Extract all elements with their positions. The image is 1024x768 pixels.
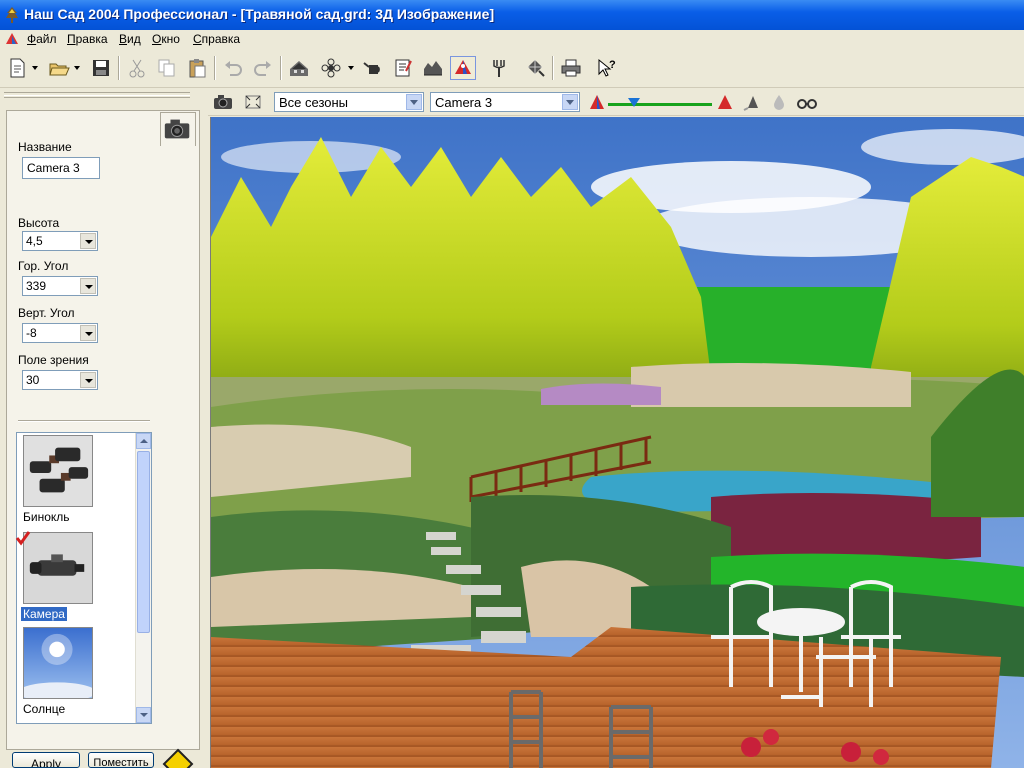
list-item-label: Солнце (23, 702, 66, 716)
undo-icon[interactable] (220, 56, 246, 80)
garden-3d-render (211, 117, 1024, 768)
menu-help[interactable]: Справка (193, 32, 240, 46)
menu-window[interactable]: Окно (152, 32, 180, 46)
camera-icon[interactable] (212, 92, 234, 112)
save-icon[interactable] (88, 56, 114, 80)
menu-bar: Файл Правка Вид Окно Справка (0, 30, 1024, 48)
video-camera-icon (23, 532, 93, 604)
name-input[interactable]: Camera 3 (22, 157, 100, 179)
main-toolbar: ? (0, 48, 1024, 88)
document-icon[interactable] (4, 32, 20, 46)
zoom-in-icon[interactable] (714, 92, 736, 112)
new-document-icon[interactable] (4, 56, 30, 80)
window-title: Наш Сад 2004 Профессионал - [Травяной са… (24, 6, 495, 22)
cut-icon[interactable] (124, 56, 150, 80)
place-button[interactable]: Поместить (88, 752, 154, 768)
camera-panel: Название Camera 3 Высота 4,5 Гор. Угол 3… (0, 88, 208, 768)
apply-button[interactable]: Apply (12, 752, 80, 768)
hangle-combo[interactable]: 339 (22, 276, 98, 296)
copy-icon[interactable] (154, 56, 180, 80)
height-label: Высота (18, 216, 60, 230)
binoculars-icon (23, 435, 93, 507)
help-icon[interactable]: ? (594, 56, 620, 80)
hangle-label: Гор. Угол (18, 259, 69, 273)
camera-select[interactable]: Camera 3 (430, 92, 580, 112)
list-item-camera[interactable]: Камера (15, 531, 137, 621)
transform-icon[interactable] (522, 56, 548, 80)
chevron-down-icon[interactable] (562, 94, 578, 110)
chevron-down-icon[interactable] (80, 325, 96, 341)
shadow-icon[interactable] (742, 92, 764, 112)
zoom-slider-track[interactable] (608, 103, 712, 106)
sun-icon (18, 627, 96, 702)
vangle-label: Верт. Угол (18, 306, 75, 320)
3d-viewport[interactable] (210, 117, 1024, 768)
water-drop-icon[interactable] (768, 92, 790, 112)
glasses-icon[interactable] (796, 92, 818, 112)
list-item-label: Камера (21, 607, 67, 621)
season-select[interactable]: Все сезоны (274, 92, 424, 112)
fullscreen-icon[interactable] (242, 92, 264, 112)
print-icon[interactable] (558, 56, 584, 80)
chevron-down-icon[interactable] (80, 233, 96, 249)
list-item-sun[interactable]: Солнце (18, 627, 137, 716)
fov-combo[interactable]: 30 (22, 370, 98, 390)
checkmark-icon (15, 531, 31, 546)
svg-text:?: ? (609, 59, 616, 71)
warning-sign-icon[interactable] (162, 748, 194, 768)
menu-view[interactable]: Вид (119, 32, 141, 46)
vangle-combo[interactable]: -8 (22, 323, 98, 343)
height-combo[interactable]: 4,5 (22, 231, 98, 251)
menu-edit[interactable]: Правка (67, 32, 108, 46)
chevron-down-icon[interactable] (406, 94, 422, 110)
menu-file[interactable]: Файл (27, 32, 57, 46)
fork-icon[interactable] (486, 56, 512, 80)
app-logo-icon (6, 7, 18, 23)
camera-icon (164, 119, 190, 139)
notes-icon[interactable] (390, 56, 416, 80)
list-item-binoculars[interactable]: Бинокль (21, 435, 137, 524)
fov-label: Поле зрения (18, 353, 89, 367)
scroll-up-icon[interactable] (136, 433, 151, 449)
3d-view-icon[interactable] (450, 56, 476, 80)
terrain-icon[interactable] (420, 56, 446, 80)
building-icon[interactable] (286, 56, 312, 80)
list-item-label: Бинокль (23, 510, 70, 524)
scroll-thumb[interactable] (137, 451, 150, 633)
view-toolbar: Все сезоны Camera 3 (208, 88, 1024, 116)
name-label: Название (18, 140, 72, 154)
zoom-out-icon[interactable] (586, 92, 608, 112)
camera-type-list[interactable]: Бинокль Камера Солнце (15, 432, 152, 724)
open-folder-icon[interactable] (46, 56, 72, 80)
redo-icon[interactable] (250, 56, 276, 80)
camera-tab[interactable] (160, 112, 196, 146)
watering-can-icon[interactable] (360, 56, 386, 80)
title-bar[interactable]: Наш Сад 2004 Профессионал - [Травяной са… (0, 0, 1024, 30)
paste-icon[interactable] (184, 56, 210, 80)
chevron-down-icon[interactable] (80, 372, 96, 388)
flower-icon[interactable] (318, 56, 344, 80)
list-scrollbar[interactable] (135, 433, 151, 723)
chevron-down-icon[interactable] (80, 278, 96, 294)
zoom-slider-knob[interactable] (628, 98, 640, 107)
scroll-down-icon[interactable] (136, 707, 151, 723)
